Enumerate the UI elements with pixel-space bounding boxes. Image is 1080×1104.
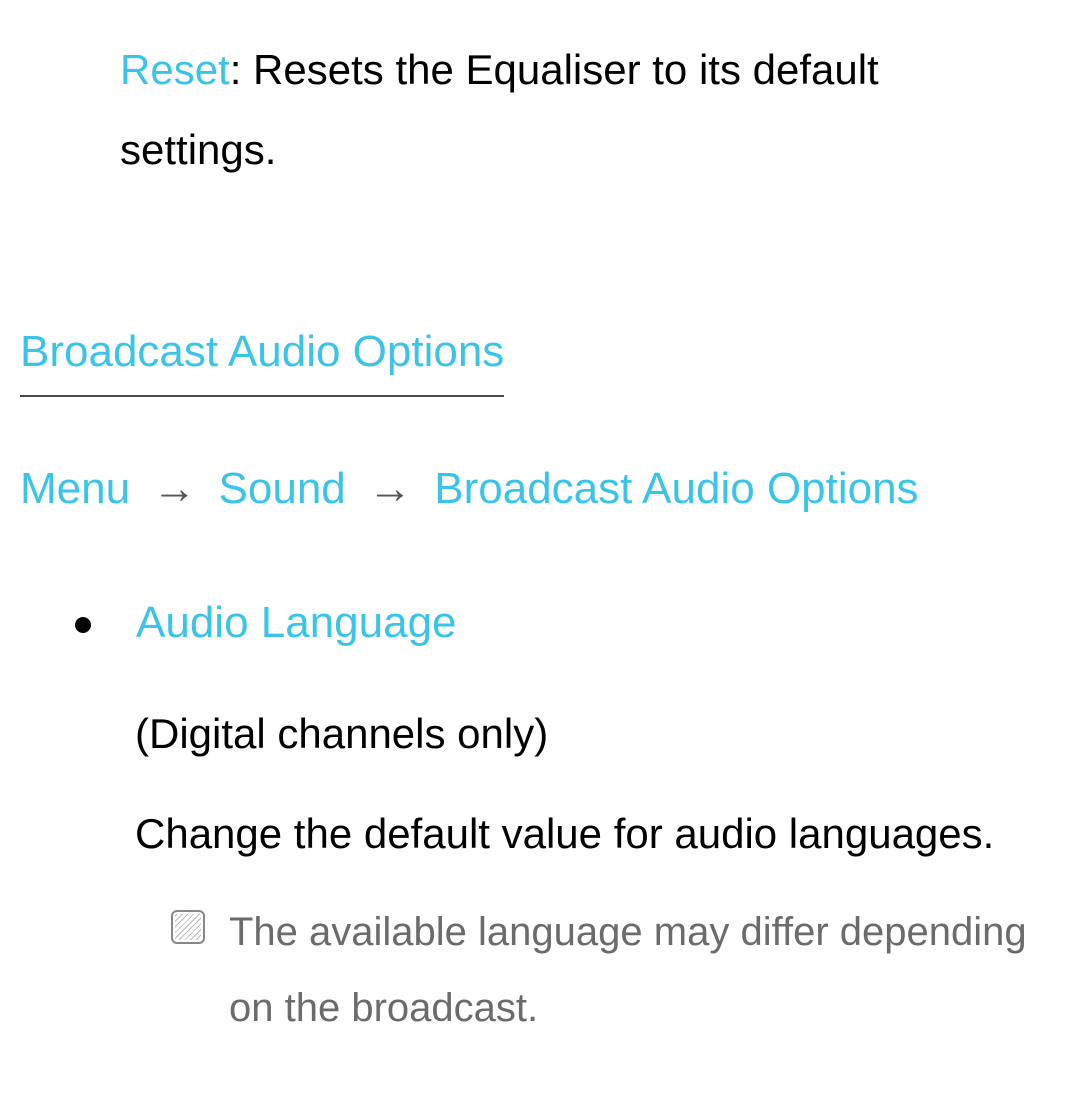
audio-language-qualifier: (Digital channels only): [75, 694, 1060, 774]
section-heading: Broadcast Audio Options: [20, 310, 504, 398]
arrow-right-icon: →: [368, 464, 412, 513]
arrow-right-icon: →: [152, 464, 196, 513]
reset-label: Reset: [120, 46, 230, 93]
note-row: The available language may differ depend…: [75, 894, 1060, 1046]
note-text: The available language may differ depend…: [229, 894, 1060, 1046]
breadcrumb: Menu → Sound → Broadcast Audio Options: [20, 447, 1060, 531]
bullet-icon: [75, 617, 91, 633]
section-heading-wrapper: Broadcast Audio Options: [20, 310, 1060, 448]
reset-section: Reset: Resets the Equaliser to its defau…: [20, 30, 1060, 190]
audio-language-item: Audio Language (Digital channels only) C…: [20, 581, 1060, 1046]
breadcrumb-menu: Menu: [20, 464, 130, 513]
breadcrumb-broadcast-audio-options: Broadcast Audio Options: [434, 464, 918, 513]
note-icon: [171, 910, 205, 944]
audio-language-title: Audio Language: [136, 581, 457, 665]
item-header-row: Audio Language: [75, 581, 1060, 665]
reset-description: : Resets the Equaliser to its default se…: [120, 46, 879, 173]
audio-language-description: Change the default value for audio langu…: [75, 794, 1060, 874]
breadcrumb-sound: Sound: [219, 464, 346, 513]
